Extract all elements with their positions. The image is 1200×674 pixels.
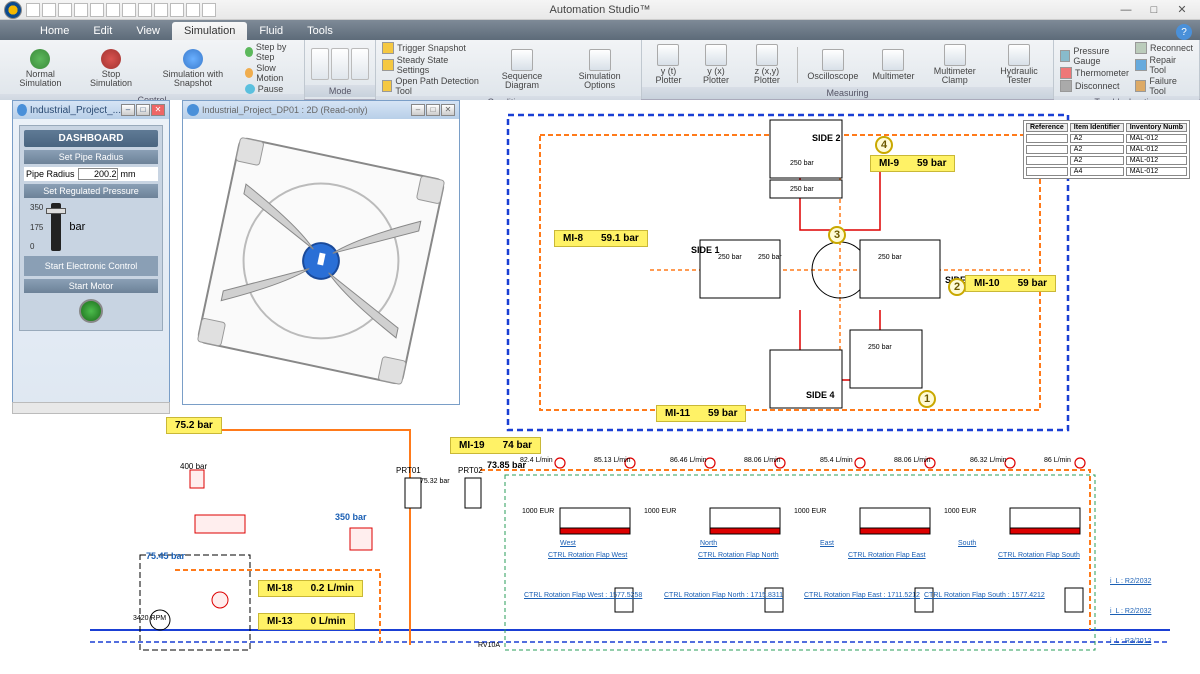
- reference-table: ReferenceItem IdentifierInventory Numb A…: [1023, 120, 1190, 179]
- start-motor-button[interactable]: [79, 299, 103, 323]
- repair-tool-button[interactable]: Repair Tool: [1135, 55, 1193, 75]
- v3d-min-icon[interactable]: –: [411, 104, 425, 116]
- tab-view[interactable]: View: [124, 22, 172, 40]
- tab-edit[interactable]: Edit: [81, 22, 124, 40]
- step-by-step-button[interactable]: Step by Step: [245, 42, 298, 62]
- tab-fluid[interactable]: Fluid: [247, 22, 295, 40]
- titlebar: Automation Studio™ — □ ✕: [0, 0, 1200, 20]
- pressure-gauge-button[interactable]: Pressure Gauge: [1060, 46, 1129, 66]
- marker-2: 2: [948, 278, 966, 296]
- tag-mi8: MI-859.1 bar: [554, 230, 648, 247]
- label-side4: SIDE 4: [806, 390, 835, 400]
- oscilloscope-button[interactable]: Oscilloscope: [803, 47, 862, 83]
- tab-tools[interactable]: Tools: [295, 22, 345, 40]
- tag-p1: 75.2 bar: [166, 417, 222, 434]
- tag-mi13: MI-130 L/min: [258, 613, 355, 630]
- tab-simulation[interactable]: Simulation: [172, 22, 247, 40]
- slow-motion-button[interactable]: Slow Motion: [245, 63, 298, 83]
- minimize-button[interactable]: —: [1114, 3, 1138, 17]
- sim-options-button[interactable]: Simulation Options: [564, 47, 635, 92]
- clock-icon: [187, 104, 199, 116]
- dashboard-scrollbar[interactable]: [12, 402, 170, 414]
- tag-mi19: MI-1974 bar: [450, 437, 541, 454]
- steady-state-button[interactable]: Steady State Settings: [382, 55, 480, 75]
- tag-mi9: MI-959 bar: [870, 155, 955, 172]
- mode-buttons[interactable]: [311, 48, 369, 80]
- quick-access-toolbar[interactable]: [26, 3, 216, 17]
- yt-plotter-button[interactable]: y (t) Plotter: [648, 42, 689, 87]
- view3d-window[interactable]: Industrial_Project_DP01 : 2D (Read-only)…: [182, 100, 460, 405]
- stop-simulation-button[interactable]: Stop Simulation: [81, 47, 141, 90]
- open-path-button[interactable]: Open Path Detection Tool: [382, 76, 480, 96]
- tab-home[interactable]: Home: [28, 22, 81, 40]
- multimeter-button[interactable]: Multimeter: [868, 47, 918, 83]
- label-side2: SIDE 2: [812, 133, 841, 143]
- help-icon[interactable]: ?: [1176, 24, 1192, 40]
- marker-1: 1: [918, 390, 936, 408]
- pause-button[interactable]: Pause: [245, 84, 298, 94]
- simulation-snapshot-button[interactable]: Simulation with Snapshot: [147, 47, 239, 90]
- clock-icon: [17, 104, 27, 116]
- app-title: Automation Studio™: [550, 4, 651, 16]
- trigger-snapshot-button[interactable]: Trigger Snapshot: [382, 42, 480, 54]
- v3d-max-icon[interactable]: □: [426, 104, 440, 116]
- dashboard-header: DASHBOARD: [24, 130, 158, 147]
- tag-mi10: MI-1059 bar: [965, 275, 1056, 292]
- work-area: 250 bar 250 bar 250 bar 250 bar 250 bar …: [0, 100, 1200, 674]
- marker-4: 4: [875, 136, 893, 154]
- maximize-button[interactable]: □: [1142, 3, 1166, 17]
- tag-mi18: MI-180.2 L/min: [258, 580, 363, 597]
- hydraulic-tester-button[interactable]: Hydraulic Tester: [991, 42, 1047, 87]
- pipe-radius-input[interactable]: [78, 168, 118, 180]
- dash-close-icon[interactable]: ✕: [151, 104, 165, 116]
- view3d-canvas[interactable]: [183, 119, 459, 404]
- normal-simulation-button[interactable]: Normal Simulation: [6, 47, 75, 90]
- dashboard-window[interactable]: Industrial_Project_... –□✕ DASHBOARD Set…: [12, 100, 170, 405]
- clamp-button[interactable]: Multimeter Clamp: [924, 42, 985, 87]
- ribbon: Normal Simulation Stop Simulation Simula…: [0, 40, 1200, 100]
- schematic-canvas[interactable]: [0, 100, 1200, 674]
- tag-mi11: MI-1159 bar: [656, 405, 746, 422]
- dash-max-icon[interactable]: □: [136, 104, 150, 116]
- failure-tool-button[interactable]: Failure Tool: [1135, 76, 1193, 96]
- reconnect-button[interactable]: Reconnect: [1135, 42, 1193, 54]
- zxy-plotter-button[interactable]: z (x,y) Plotter: [743, 42, 791, 87]
- start-electronic-button[interactable]: Start Electronic Control: [24, 256, 158, 276]
- label-side1: SIDE 1: [691, 245, 720, 255]
- disconnect-button[interactable]: Disconnect: [1060, 80, 1129, 92]
- ribbon-tabs: Home Edit View Simulation Fluid Tools ?: [0, 20, 1200, 40]
- close-button[interactable]: ✕: [1170, 3, 1194, 17]
- thermometer-button[interactable]: Thermometer: [1060, 67, 1129, 79]
- sequence-diagram-button[interactable]: Sequence Diagram: [486, 47, 558, 92]
- marker-3: 3: [828, 226, 846, 244]
- yx-plotter-button[interactable]: y (x) Plotter: [695, 42, 737, 87]
- app-logo-icon: [4, 1, 22, 19]
- pressure-slider[interactable]: [51, 203, 61, 251]
- v3d-close-icon[interactable]: ✕: [441, 104, 455, 116]
- dash-min-icon[interactable]: –: [121, 104, 135, 116]
